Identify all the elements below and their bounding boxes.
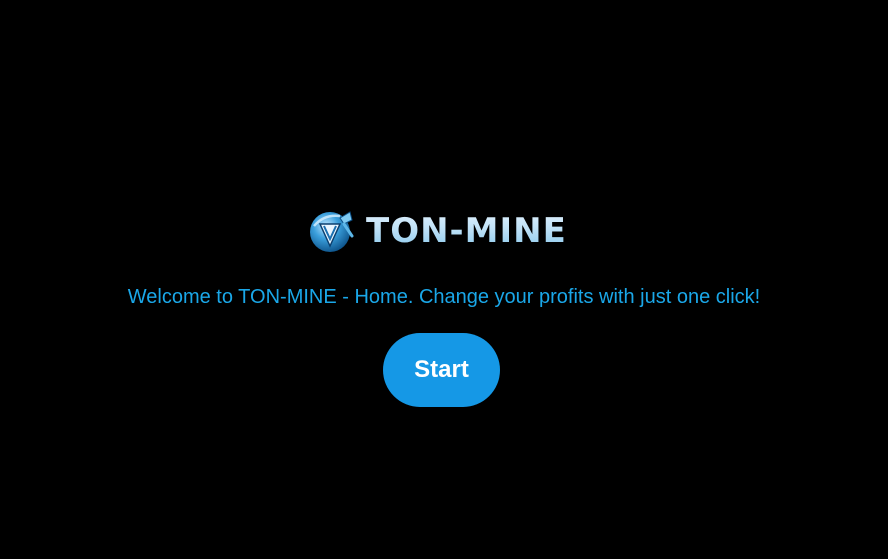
start-button[interactable]: Start (383, 333, 500, 407)
brand-name: TON-MINE (366, 206, 567, 256)
ton-mine-logo-icon (310, 211, 354, 252)
brand-logo: TON-MINE (306, 206, 567, 256)
landing-page: TON-MINE Welcome to TON-MINE - Home. Cha… (0, 0, 888, 559)
welcome-tagline: Welcome to TON-MINE - Home. Change your … (127, 286, 761, 308)
